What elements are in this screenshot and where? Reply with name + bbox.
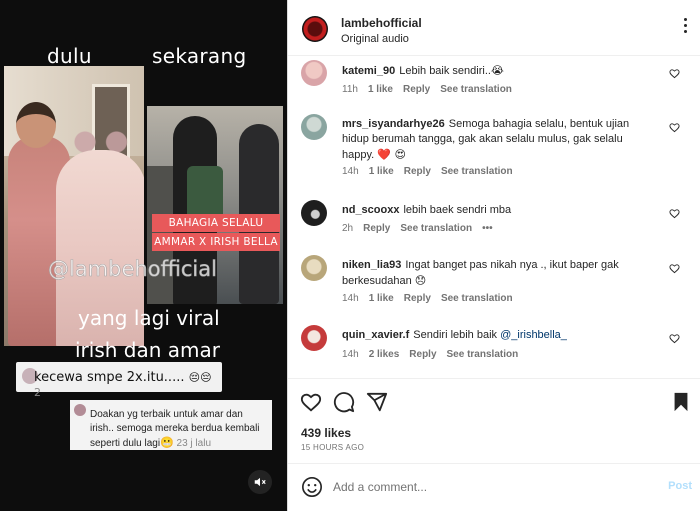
see-translation-link[interactable]: See translation — [447, 349, 519, 360]
post-panel: lambehofficial Original audio katemi_90 L… — [287, 0, 700, 511]
comment-username[interactable]: nd_scooxx — [342, 204, 399, 216]
caption-before: dulu — [47, 44, 92, 68]
comment-text: Sendiri lebih baik — [413, 329, 498, 341]
see-translation-link[interactable]: See translation — [441, 293, 513, 304]
grimace-emoji-icon: 😬 — [160, 436, 174, 449]
comment-icon[interactable] — [333, 391, 355, 413]
see-translation-link[interactable]: See translation — [440, 84, 512, 95]
comment-time: 14h — [342, 349, 359, 360]
reply-button[interactable]: Reply — [404, 166, 431, 177]
bubble-suffix: 2 — [34, 386, 41, 399]
reply-button[interactable]: Reply — [404, 293, 431, 304]
comment-username[interactable]: quin_xavier.f — [342, 329, 409, 341]
avatar[interactable] — [301, 325, 327, 351]
watermark: @lambehofficial — [48, 257, 218, 282]
mention-link[interactable]: @_irishbella_ — [500, 329, 567, 341]
comments-list[interactable]: katemi_90 Lebih baik sendiri..😭 11h 1 like… — [288, 57, 700, 377]
avatar[interactable] — [301, 60, 327, 86]
more-options-icon[interactable]: ••• — [482, 223, 493, 234]
video-frame-before — [4, 66, 144, 346]
comment-emoji: 😞 — [414, 274, 427, 287]
comment-time: 2h — [342, 223, 354, 234]
heart-icon[interactable] — [669, 68, 680, 79]
comment-username[interactable]: katemi_90 — [342, 65, 395, 77]
heart-icon[interactable] — [669, 122, 680, 133]
comment-emoji: ❤️ 😍 — [377, 148, 406, 161]
avatar[interactable] — [301, 114, 327, 140]
heart-icon[interactable] — [669, 208, 680, 219]
comment-text: lebih baek sendri mba — [403, 204, 512, 216]
comment-input[interactable] — [333, 477, 633, 497]
bookmark-icon[interactable] — [670, 391, 692, 413]
heart-icon[interactable] — [669, 333, 680, 344]
audio-label[interactable]: Original audio — [341, 33, 409, 45]
comment-text: Lebih baik sendiri.. — [399, 65, 491, 77]
post-timestamp[interactable]: 15 HOURS AGO — [301, 443, 364, 452]
video-comment-bubble-2: Doakan yg terbaik untuk amar dan irish..… — [70, 400, 272, 450]
see-translation-link[interactable]: See translation — [441, 166, 513, 177]
tag-line-2: AMMAR X IRISH BELLA — [152, 233, 280, 251]
comment-likes[interactable]: 1 like — [368, 84, 393, 95]
add-comment-bar: Post — [288, 463, 700, 511]
comment-likes[interactable]: 1 like — [369, 166, 394, 177]
like-heart-icon[interactable] — [300, 391, 322, 413]
post-button[interactable]: Post — [668, 480, 692, 492]
caption-after: sekarang — [152, 44, 247, 68]
bubble-time: 23 j lalu — [176, 438, 211, 449]
speaker-muted-icon[interactable] — [248, 470, 272, 494]
comment-likes[interactable]: 1 like — [369, 293, 394, 304]
video-comment-bubble-1: kecewa smpe 2x.itu..... 😔😔 2 — [16, 362, 222, 399]
overlay-text-1: yang lagi viral — [78, 306, 220, 330]
comment-time: 11h — [342, 84, 358, 95]
video-player[interactable]: dulu sekarang BAHAGIA SELALU AMMAR X IRI… — [0, 0, 287, 511]
avatar[interactable] — [301, 255, 327, 281]
comment-time: 14h — [342, 166, 359, 177]
likes-count[interactable]: 439 likes — [301, 426, 351, 440]
post-header: lambehofficial Original audio — [288, 0, 700, 56]
heart-icon[interactable] — [669, 263, 680, 274]
reply-button[interactable]: Reply — [403, 84, 430, 95]
avatar[interactable] — [301, 200, 327, 226]
comment-username[interactable]: niken_lia93 — [342, 259, 401, 271]
comment-emoji: 😭 — [490, 64, 504, 77]
sad-emoji-icon: 😔😔 — [188, 371, 212, 384]
post-actions: 439 likes 15 HOURS AGO — [288, 378, 700, 463]
bubble-text: Doakan yg terbaik untuk amar dan irish..… — [90, 409, 260, 449]
reply-button[interactable]: Reply — [409, 349, 436, 360]
avatar — [74, 404, 86, 416]
see-translation-link[interactable]: See translation — [400, 223, 472, 234]
more-options-icon[interactable] — [684, 18, 688, 36]
share-icon[interactable] — [366, 391, 388, 413]
comment-likes[interactable]: 2 likes — [369, 349, 400, 360]
overlay-text-2: irish dan amar — [75, 338, 220, 362]
emoji-icon[interactable] — [301, 476, 323, 498]
reply-button[interactable]: Reply — [363, 223, 390, 234]
tag-line-1: BAHAGIA SELALU — [152, 214, 280, 232]
bubble-text: kecewa smpe 2x.itu..... — [34, 370, 185, 385]
avatar[interactable] — [302, 16, 328, 42]
comment-time: 14h — [342, 293, 359, 304]
post-username[interactable]: lambehofficial — [341, 16, 422, 30]
comment-username[interactable]: mrs_isyandarhye26 — [342, 118, 445, 130]
